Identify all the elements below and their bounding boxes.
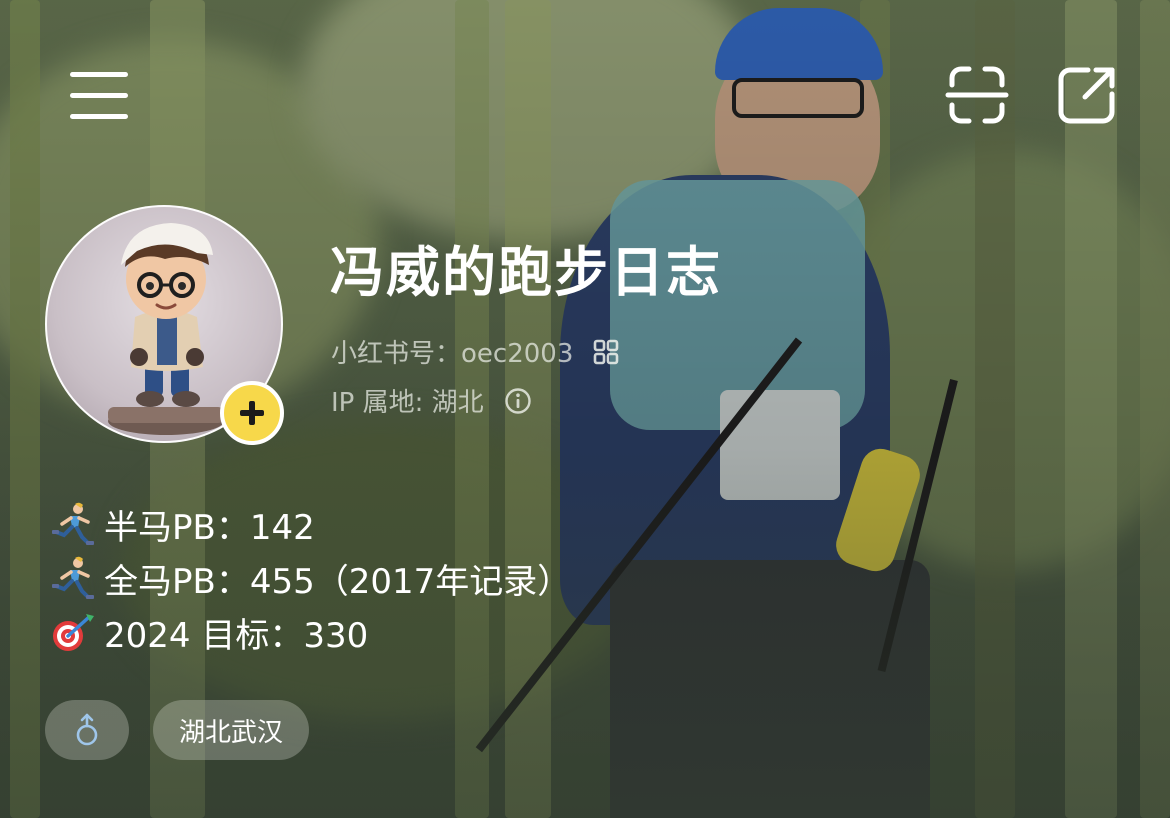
add-avatar-button[interactable] bbox=[220, 381, 284, 445]
gender-tag[interactable] bbox=[45, 700, 129, 760]
bio-text: 2024 目标：330 bbox=[104, 615, 369, 656]
share-icon bbox=[1058, 67, 1115, 124]
bio-text: 全马PB：455（2017年记录） bbox=[104, 561, 572, 602]
bio-line: 半马PB：142 bbox=[48, 497, 571, 551]
target-dart-emoji-icon bbox=[53, 614, 94, 651]
menu-icon bbox=[70, 72, 128, 119]
menu-button[interactable] bbox=[64, 60, 134, 130]
male-gender-icon bbox=[76, 713, 98, 746]
bio-line: 2024 目标：330 bbox=[48, 605, 571, 659]
bio: 半马PB：142 全马PB：455（2017年记录） 2024 目标：330 bbox=[48, 497, 571, 659]
qr-code-icon[interactable] bbox=[593, 339, 619, 365]
scan-icon bbox=[945, 66, 1009, 124]
profile-tags: 湖北武汉 bbox=[45, 700, 310, 760]
profile-nickname: 冯威的跑步日志 bbox=[330, 241, 722, 304]
ip-location-text: IP 属地: 湖北 bbox=[331, 388, 484, 418]
runner-emoji-icon bbox=[52, 556, 94, 599]
account-id-row: 小红书号：oec2003 bbox=[331, 333, 619, 370]
plus-icon bbox=[240, 401, 264, 425]
share-button[interactable] bbox=[1052, 60, 1122, 130]
account-id-text: 小红书号：oec2003 bbox=[331, 339, 574, 369]
scan-button[interactable] bbox=[942, 60, 1012, 130]
info-icon[interactable] bbox=[504, 387, 532, 415]
location-tag[interactable]: 湖北武汉 bbox=[153, 700, 310, 760]
ip-location-row: IP 属地: 湖北 bbox=[331, 382, 532, 419]
runner-emoji-icon bbox=[52, 502, 94, 545]
bio-text: 半马PB：142 bbox=[104, 507, 315, 548]
bio-line: 全马PB：455（2017年记录） bbox=[48, 551, 571, 605]
